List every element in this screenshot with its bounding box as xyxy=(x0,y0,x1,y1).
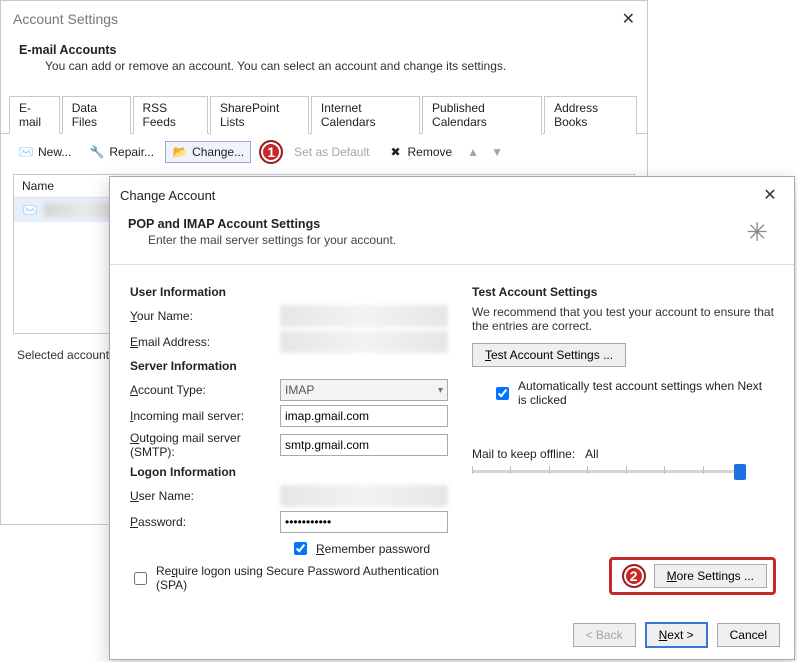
new-icon: ✉️ xyxy=(18,144,34,160)
tab-email[interactable]: E-mail xyxy=(9,96,60,134)
auto-test-label: Automatically test account settings when… xyxy=(518,379,774,407)
remove-icon: ✖ xyxy=(387,144,403,160)
outgoing-server-input[interactable] xyxy=(280,434,448,456)
mail-offline-value: All xyxy=(585,447,598,461)
require-spa-label: Require logon using Secure Password Auth… xyxy=(156,564,448,592)
auto-test-checkbox[interactable] xyxy=(496,387,509,400)
more-settings-highlight: 2 More Settings ... xyxy=(609,557,776,595)
new-button[interactable]: ✉️ New... xyxy=(11,141,78,163)
incoming-server-input[interactable] xyxy=(280,405,448,427)
account-type-select: IMAP ▾ xyxy=(280,379,448,401)
change-icon: 📂 xyxy=(172,144,188,160)
email-blurred xyxy=(280,331,448,353)
tabs: E-mail Data Files RSS Feeds SharePoint L… xyxy=(1,95,647,134)
window-header: E-mail Accounts You can add or remove an… xyxy=(1,37,647,87)
dialog-body: User Information Your Name: Email Addres… xyxy=(110,265,794,598)
mail-offline-row: Mail to keep offline: All xyxy=(472,447,774,461)
close-icon[interactable]: ✕ xyxy=(756,183,784,207)
callout-1: 1 xyxy=(259,140,283,164)
tab-published-cals[interactable]: Published Calendars xyxy=(422,96,542,134)
more-settings-button[interactable]: More Settings ... xyxy=(654,564,767,588)
tab-sharepoint-lists[interactable]: SharePoint Lists xyxy=(210,96,309,134)
password-input[interactable] xyxy=(280,511,448,533)
repair-icon: 🔧 xyxy=(89,144,105,160)
dialog-head-sub: Enter the mail server settings for your … xyxy=(148,233,396,247)
mail-offline-label: Mail to keep offline: xyxy=(472,447,575,461)
set-default-button[interactable]: Set as Default xyxy=(287,142,376,162)
header-desc: You can add or remove an account. You ca… xyxy=(45,59,629,73)
label-your-name: Your Name: xyxy=(130,309,280,323)
window-titlebar: Account Settings ✕ xyxy=(1,1,647,37)
tab-rss-feeds[interactable]: RSS Feeds xyxy=(133,96,208,134)
mail-icon: ✉️ xyxy=(22,202,38,218)
callout-2: 2 xyxy=(622,564,646,588)
dialog-titlebar: Change Account ✕ xyxy=(110,177,794,213)
tab-data-files[interactable]: Data Files xyxy=(62,96,131,134)
set-default-label: Set as Default xyxy=(294,145,369,159)
remember-password-label: Remember password xyxy=(316,542,430,556)
test-account-button[interactable]: Test Account Settings ... xyxy=(472,343,626,367)
section-user: User Information xyxy=(130,285,448,299)
label-incoming: Incoming mail server: xyxy=(130,409,280,423)
change-account-dialog: Change Account ✕ POP and IMAP Account Se… xyxy=(109,176,795,660)
label-username: User Name: xyxy=(130,489,280,503)
username-blurred xyxy=(280,485,448,507)
left-column: User Information Your Name: Email Addres… xyxy=(130,279,448,598)
your-name-blurred xyxy=(280,305,448,327)
dialog-header: POP and IMAP Account Settings Enter the … xyxy=(110,213,794,265)
right-column: Test Account Settings We recommend that … xyxy=(472,279,774,598)
dialog-footer: < Back Next > Cancel xyxy=(573,623,780,647)
test-desc: We recommend that you test your account … xyxy=(472,305,774,333)
move-down-icon[interactable]: ▼ xyxy=(487,145,507,159)
remove-button[interactable]: ✖ Remove xyxy=(380,141,459,163)
change-button[interactable]: 📂 Change... xyxy=(165,141,251,163)
repair-label: Repair... xyxy=(109,145,154,159)
tab-internet-cals[interactable]: Internet Calendars xyxy=(311,96,420,134)
window-title: Account Settings xyxy=(13,11,118,27)
require-spa-checkbox[interactable] xyxy=(134,572,147,585)
section-server: Server Information xyxy=(130,359,448,373)
new-label: New... xyxy=(38,145,71,159)
change-label: Change... xyxy=(192,145,244,159)
slider-thumb[interactable] xyxy=(734,464,746,480)
remember-password-checkbox[interactable] xyxy=(294,542,307,555)
label-email: Email Address: xyxy=(130,335,280,349)
cancel-button[interactable]: Cancel xyxy=(717,623,780,647)
dialog-head-bold: POP and IMAP Account Settings xyxy=(128,217,320,231)
slider-ticks xyxy=(472,466,742,476)
tab-address-books[interactable]: Address Books xyxy=(544,96,637,134)
repair-button[interactable]: 🔧 Repair... xyxy=(82,141,161,163)
move-up-icon[interactable]: ▲ xyxy=(463,145,483,159)
label-account-type: Account Type: xyxy=(130,383,280,397)
chevron-down-icon: ▾ xyxy=(438,385,443,396)
section-logon: Logon Information xyxy=(130,465,448,479)
close-icon[interactable]: ✕ xyxy=(622,9,635,29)
section-test: Test Account Settings xyxy=(472,285,774,299)
mail-offline-slider[interactable] xyxy=(472,461,742,481)
dialog-title: Change Account xyxy=(120,188,215,203)
account-type-value: IMAP xyxy=(285,383,314,397)
toolbar: ✉️ New... 🔧 Repair... 📂 Change... 1 Set … xyxy=(1,134,647,170)
header-bold: E-mail Accounts xyxy=(19,43,116,57)
cursor-icon: ✳ xyxy=(746,217,768,248)
remove-label: Remove xyxy=(407,145,452,159)
back-button: < Back xyxy=(573,623,636,647)
next-button[interactable]: Next > xyxy=(646,623,707,647)
label-outgoing: Outgoing mail server (SMTP): xyxy=(130,431,280,459)
label-password: Password: xyxy=(130,515,280,529)
